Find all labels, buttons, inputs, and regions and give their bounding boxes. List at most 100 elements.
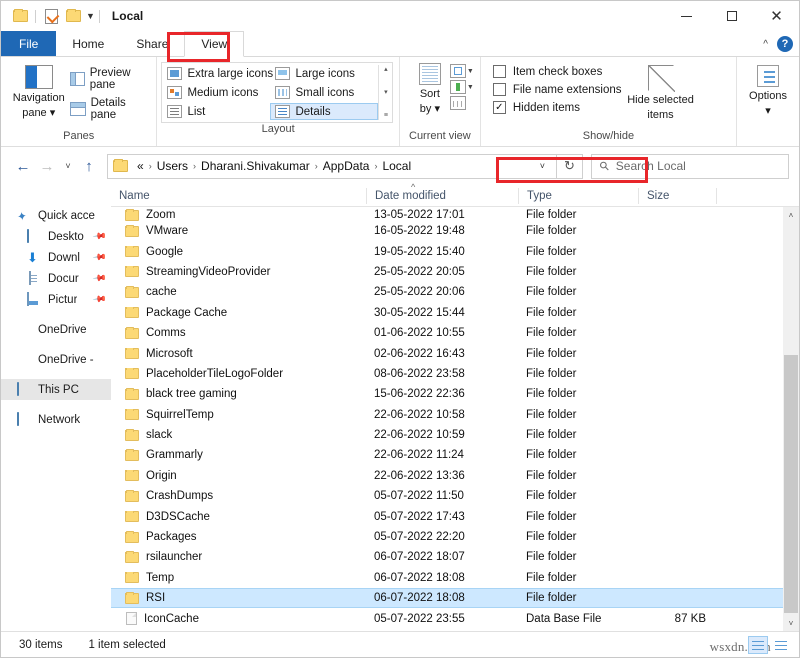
table-row[interactable]: Package Cache 30-05-2022 15:44 File fold…: [111, 303, 799, 323]
chevron-down-icon[interactable]: ▼: [467, 68, 474, 75]
sidebar-item-pictures[interactable]: Pictur 📌: [1, 289, 111, 310]
breadcrumb-root[interactable]: «: [134, 159, 147, 173]
cell-type: File folder: [526, 592, 577, 605]
scrollbar-thumb[interactable]: [784, 355, 798, 613]
table-row[interactable]: Packages 05-07-2022 22:20 File folder: [111, 527, 799, 547]
details-view-button[interactable]: [748, 635, 768, 654]
sidebar-item-label: Quick acce: [38, 209, 95, 222]
checkbox-checked[interactable]: ✓: [492, 101, 506, 114]
pin-icon[interactable]: 📌: [92, 292, 107, 308]
table-row[interactable]: Google 19-05-2022 15:40 File folder: [111, 241, 799, 261]
column-header-type[interactable]: Type: [518, 187, 638, 204]
tab-share[interactable]: Share: [120, 31, 184, 56]
table-row[interactable]: cache 25-05-2022 20:06 File folder: [111, 282, 799, 302]
layout-extra-large-icons[interactable]: Extra large icons: [162, 65, 273, 82]
search-input[interactable]: Search Local: [616, 159, 686, 173]
new-folder-icon[interactable]: [62, 5, 84, 27]
table-row[interactable]: CrashDumps 05-07-2022 11:50 File folder: [111, 486, 799, 506]
collapse-ribbon-icon[interactable]: ^: [763, 39, 768, 50]
table-row[interactable]: VMware 16-05-2022 19:48 File folder: [111, 221, 799, 241]
sidebar-item-this-pc[interactable]: This PC: [1, 379, 111, 400]
breadcrumb-user[interactable]: Dharani.Shivakumar: [198, 159, 313, 173]
group-by-button[interactable]: ▼: [449, 80, 474, 94]
item-check-boxes-option[interactable]: Item check boxes: [492, 65, 622, 78]
table-row[interactable]: D3DSCache 05-07-2022 17:43 File folder: [111, 506, 799, 526]
scroll-up-arrow-icon[interactable]: ˄: [789, 207, 794, 223]
gallery-scroll-up-icon[interactable]: ▴: [384, 66, 388, 73]
layout-details[interactable]: Details: [270, 103, 379, 120]
pin-icon[interactable]: 📌: [92, 271, 107, 287]
tab-file[interactable]: File: [1, 31, 57, 56]
sidebar-item-documents[interactable]: Docur 📌: [1, 268, 111, 289]
breadcrumb-users[interactable]: Users: [154, 159, 191, 173]
table-row[interactable]: Microsoft 02-06-2022 16:43 File folder: [111, 343, 799, 363]
layout-large-icons[interactable]: Large icons: [270, 65, 378, 82]
checkbox-unchecked[interactable]: [492, 65, 506, 78]
pin-icon[interactable]: 📌: [92, 250, 107, 266]
help-icon[interactable]: ?: [777, 36, 793, 52]
table-row[interactable]: StreamingVideoProvider 25-05-2022 20:05 …: [111, 262, 799, 282]
up-button[interactable]: ↑: [77, 153, 101, 179]
customize-qat-caret-icon[interactable]: ▼: [86, 11, 95, 21]
size-all-columns-button[interactable]: [449, 96, 474, 110]
sort-by-button[interactable]: Sort by ▾: [410, 63, 450, 115]
folder-icon[interactable]: [9, 5, 31, 27]
options-button[interactable]: Options ▾: [743, 63, 793, 117]
sidebar-item-desktop[interactable]: Deskto 📌: [1, 226, 111, 247]
layout-list[interactable]: List: [162, 103, 270, 120]
add-columns-button[interactable]: ▼: [449, 64, 474, 78]
properties-icon[interactable]: [40, 5, 62, 27]
column-header-date-modified[interactable]: ^ Date modified: [366, 182, 518, 204]
sidebar-item-label: OneDrive: [38, 323, 87, 336]
sidebar-item-network[interactable]: Network: [1, 409, 111, 430]
hidden-items-option[interactable]: ✓ Hidden items: [492, 101, 622, 114]
minimize-button[interactable]: [664, 1, 709, 31]
checkbox-unchecked[interactable]: [492, 83, 506, 96]
gallery-expand-icon[interactable]: ≡: [384, 112, 388, 119]
sidebar-item-onedrive-business[interactable]: OneDrive -: [1, 349, 111, 370]
file-name-extensions-option[interactable]: File name extensions: [492, 83, 622, 96]
table-row[interactable]: Zoom 13-05-2022 17:01 File folder: [111, 207, 799, 221]
breadcrumb-local[interactable]: Local: [379, 159, 414, 173]
table-row[interactable]: black tree gaming 15-06-2022 22:36 File …: [111, 384, 799, 404]
table-row[interactable]: slack 22-06-2022 10:59 File folder: [111, 425, 799, 445]
table-row[interactable]: IconCache 05-07-2022 23:55 Data Base Fil…: [111, 608, 799, 628]
address-dropdown-icon[interactable]: ˅: [533, 161, 552, 171]
breadcrumb-appdata[interactable]: AppData: [320, 159, 373, 173]
sidebar-item-downloads[interactable]: ⬇ Downl 📌: [1, 247, 111, 268]
column-header-size[interactable]: Size: [638, 187, 716, 204]
details-pane-button[interactable]: Details pane: [70, 97, 150, 121]
address-field[interactable]: « › Users › Dharani.Shivakumar › AppData…: [107, 153, 557, 179]
sidebar-item-onedrive[interactable]: OneDrive: [1, 319, 111, 340]
preview-pane-button[interactable]: Preview pane: [70, 67, 150, 91]
recent-locations-button[interactable]: ˅: [59, 153, 77, 179]
table-row[interactable]: Grammarly 22-06-2022 11:24 File folder: [111, 445, 799, 465]
maximize-button[interactable]: [709, 1, 754, 31]
pin-icon[interactable]: 📌: [92, 229, 107, 245]
layout-medium-icons[interactable]: Medium icons: [162, 84, 270, 101]
large-icons-view-button[interactable]: [771, 636, 791, 654]
column-header-name[interactable]: Name: [111, 188, 366, 204]
scroll-down-arrow-icon[interactable]: ˅: [789, 615, 794, 631]
tab-home[interactable]: Home: [56, 31, 120, 56]
table-row[interactable]: Origin 22-06-2022 13:36 File folder: [111, 466, 799, 486]
sidebar-item-quick-access[interactable]: ✦ Quick acce: [1, 205, 111, 226]
search-box[interactable]: ⚲ Search Local: [591, 153, 789, 179]
tab-view[interactable]: View: [184, 31, 245, 57]
hide-selected-items-button[interactable]: Hide selected items: [622, 63, 700, 121]
table-row-selected[interactable]: RSI 06-07-2022 18:08 File folder: [111, 588, 799, 609]
refresh-button[interactable]: ↻: [557, 153, 583, 179]
close-button[interactable]: ✕: [754, 1, 799, 31]
table-row[interactable]: rsilauncher 06-07-2022 18:07 File folder: [111, 547, 799, 567]
navigation-pane-button[interactable]: Navigation pane ▾: [7, 63, 70, 119]
table-row[interactable]: SquirrelTemp 22-06-2022 10:58 File folde…: [111, 405, 799, 425]
table-row[interactable]: PlaceholderTileLogoFolder 08-06-2022 23:…: [111, 364, 799, 384]
vertical-scrollbar[interactable]: ˄ ˅: [783, 207, 799, 631]
layout-small-icons[interactable]: Small icons: [270, 84, 378, 101]
table-row[interactable]: Temp 06-07-2022 18:08 File folder: [111, 568, 799, 588]
table-row[interactable]: Comms 01-06-2022 10:55 File folder: [111, 323, 799, 343]
gallery-scroll-down-icon[interactable]: ▾: [384, 89, 388, 96]
forward-button[interactable]: →: [35, 153, 59, 179]
chevron-down-icon[interactable]: ▼: [467, 84, 474, 91]
back-button[interactable]: ←: [11, 153, 35, 179]
